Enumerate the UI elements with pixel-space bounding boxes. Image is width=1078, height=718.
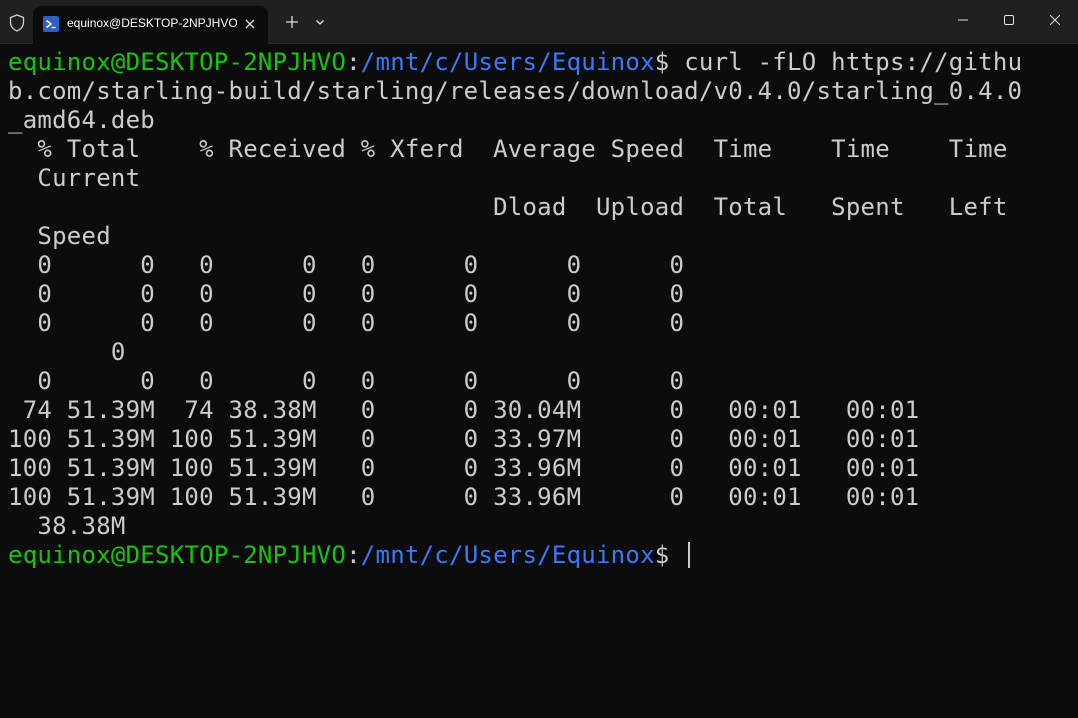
maximize-button[interactable] bbox=[986, 0, 1032, 40]
output-line: % Total % Received % Xferd Average Speed… bbox=[8, 135, 1008, 163]
prompt-user: equinox@DESKTOP-2NPJHVO bbox=[8, 541, 347, 569]
output-line: 100 51.39M 100 51.39M 0 0 33.96M 0 00:01… bbox=[8, 454, 920, 482]
close-icon[interactable] bbox=[241, 15, 259, 33]
output-line: 0 0 0 0 0 0 0 0 bbox=[8, 309, 685, 337]
terminal-output[interactable]: equinox@DESKTOP-2NPJHVO:/mnt/c/Users/Equ… bbox=[8, 48, 1072, 716]
command-line: equinox@DESKTOP-2NPJHVO:/mnt/c/Users/Equ… bbox=[8, 48, 1072, 77]
output-line: Speed bbox=[8, 222, 111, 250]
chevron-down-icon[interactable] bbox=[312, 14, 328, 30]
prompt-symbol: $ bbox=[654, 541, 685, 569]
output-line: 100 51.39M 100 51.39M 0 0 33.96M 0 00:01… bbox=[8, 483, 920, 511]
prompt-symbol: $ bbox=[654, 48, 685, 76]
output-line: Dload Upload Total Spent Left bbox=[8, 193, 1008, 221]
prompt-user: equinox@DESKTOP-2NPJHVO bbox=[8, 48, 347, 76]
prompt-line: equinox@DESKTOP-2NPJHVO:/mnt/c/Users/Equ… bbox=[8, 541, 1072, 570]
text-cursor[interactable] bbox=[688, 542, 691, 568]
output-line: 0 0 0 0 0 0 0 0 bbox=[8, 251, 685, 279]
output-line: 38.38M bbox=[8, 512, 126, 540]
prompt-separator: : bbox=[346, 541, 361, 569]
tab-terminal[interactable]: equinox@DESKTOP-2NPJHVO: /m bbox=[33, 6, 268, 44]
minimize-button[interactable] bbox=[940, 0, 986, 40]
maximize-icon bbox=[1004, 15, 1014, 25]
command-text: curl -fLO https://githu bbox=[684, 48, 1023, 76]
output-line: Current bbox=[8, 164, 141, 192]
minimize-icon bbox=[958, 19, 968, 21]
output-line: 74 51.39M 74 38.38M 0 0 30.04M 0 00:01 0… bbox=[8, 396, 920, 424]
output-line: 0 0 0 0 0 0 0 0 bbox=[8, 280, 685, 308]
plus-icon[interactable] bbox=[282, 12, 302, 32]
prompt-separator: : bbox=[346, 48, 361, 76]
tab-title: equinox@DESKTOP-2NPJHVO: /m bbox=[67, 16, 237, 30]
terminal-window: equinox@DESKTOP-2NPJHVO: /m bbox=[0, 0, 1078, 718]
shield-icon bbox=[9, 14, 25, 32]
title-bar: equinox@DESKTOP-2NPJHVO: /m bbox=[0, 0, 1078, 44]
prompt-path: /mnt/c/Users/Equinox bbox=[360, 541, 655, 569]
output-line: 0 bbox=[8, 338, 126, 366]
output-line: 100 51.39M 100 51.39M 0 0 33.97M 0 00:01… bbox=[8, 425, 920, 453]
command-line-wrap: _amd64.deb bbox=[8, 106, 155, 134]
powershell-icon bbox=[43, 16, 59, 32]
prompt-path: /mnt/c/Users/Equinox bbox=[360, 48, 655, 76]
close-window-button[interactable] bbox=[1032, 0, 1078, 40]
command-line-wrap: b.com/starling-build/starling/releases/d… bbox=[8, 77, 1023, 105]
close-icon bbox=[1050, 15, 1060, 25]
output-line: 0 0 0 0 0 0 0 0 bbox=[8, 367, 685, 395]
